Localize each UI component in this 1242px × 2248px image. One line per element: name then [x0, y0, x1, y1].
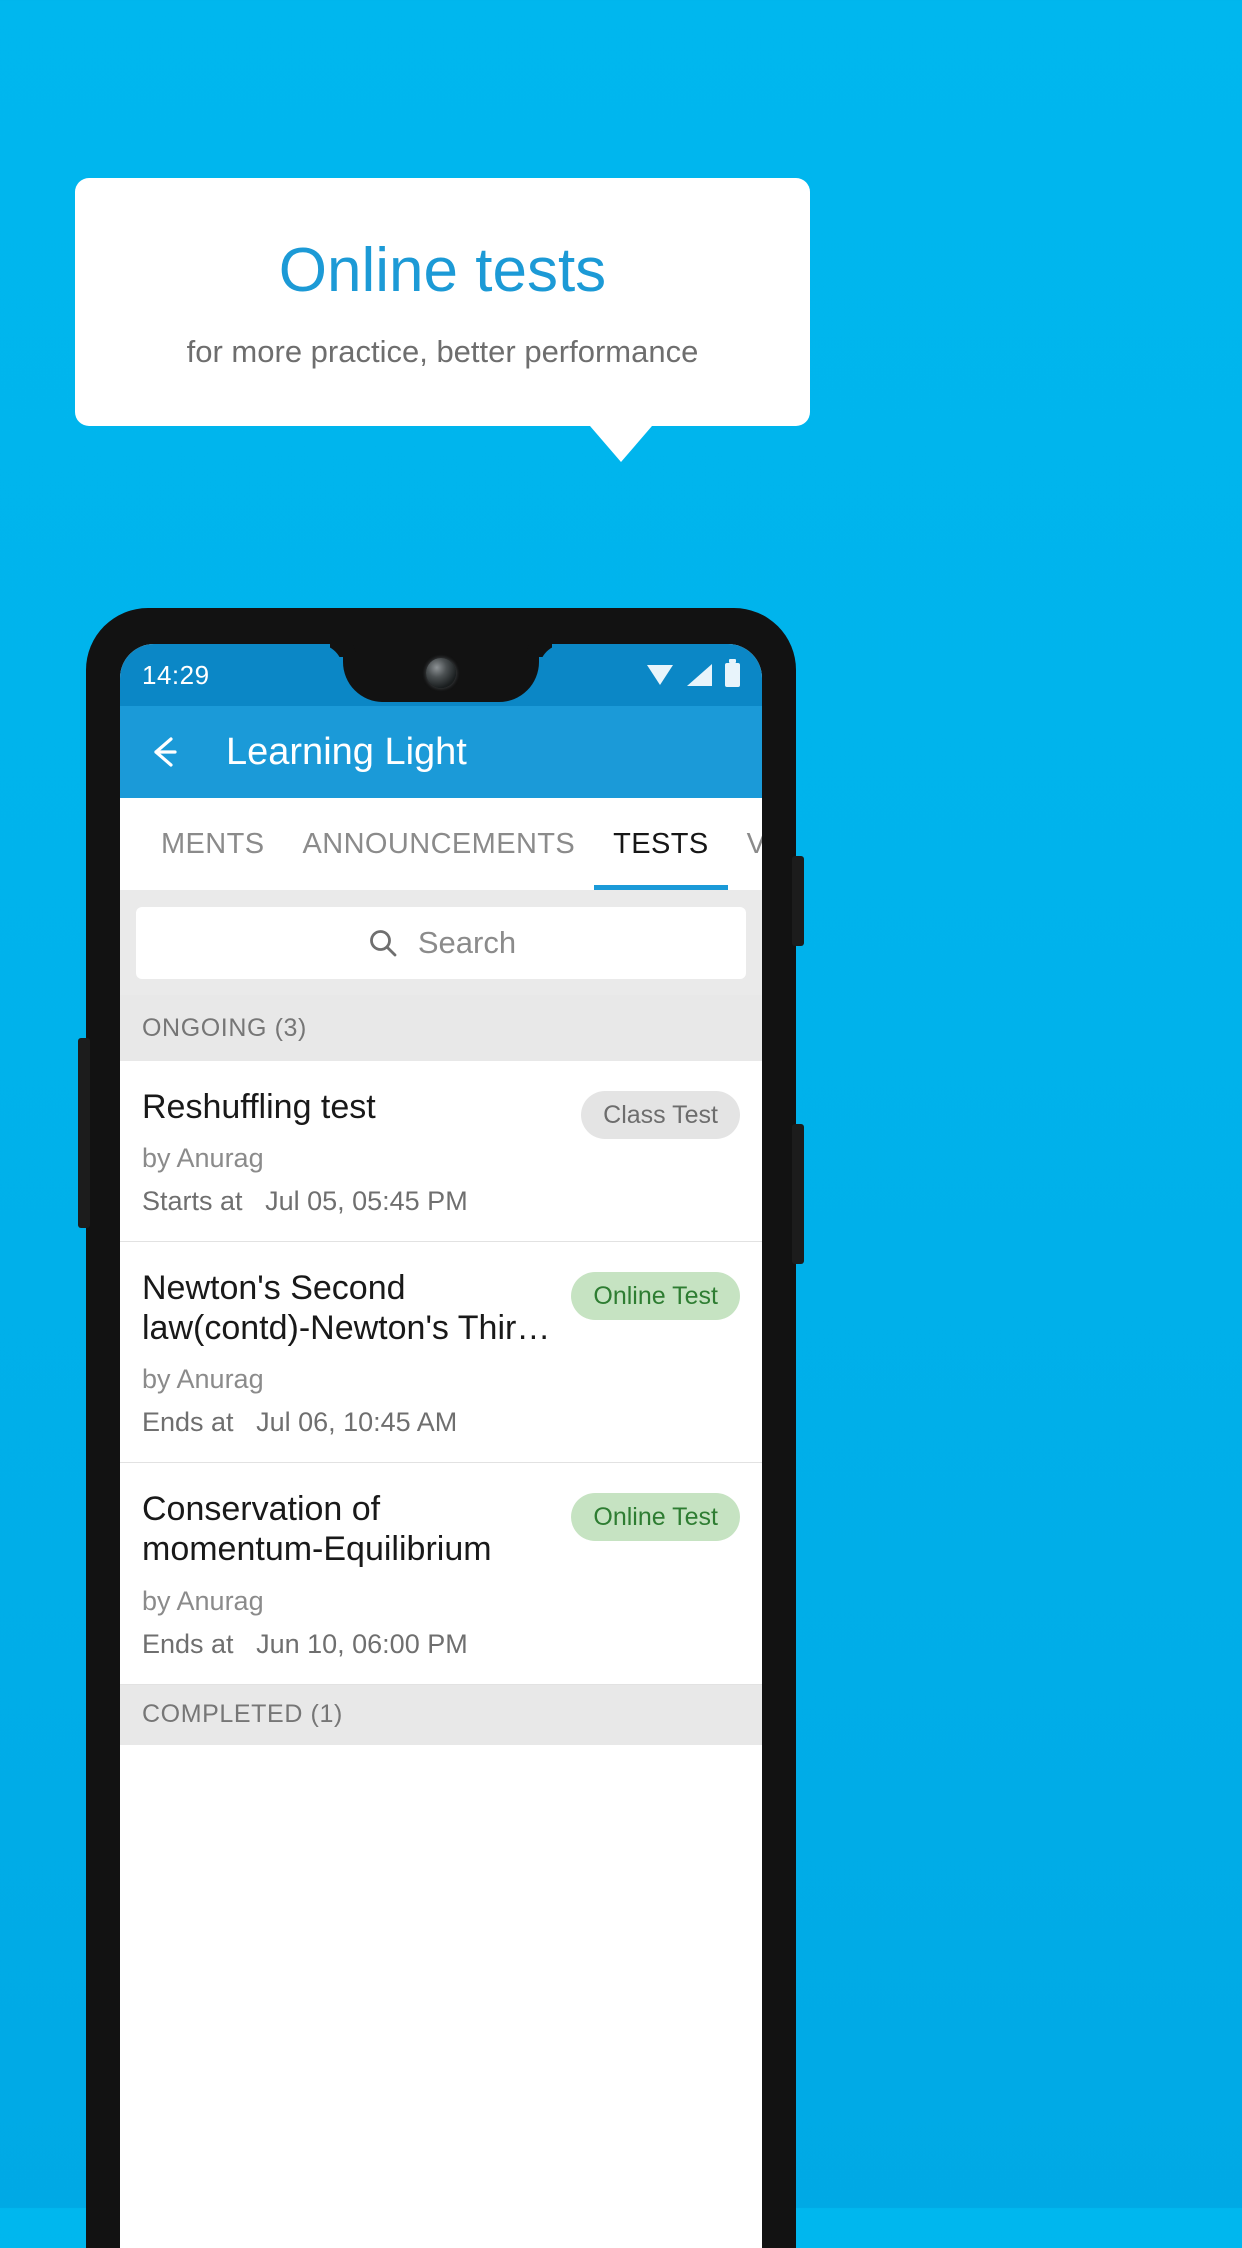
search-section: Search — [120, 890, 762, 995]
test-author: by Anurag — [142, 1585, 264, 1616]
search-input[interactable]: Search — [136, 907, 746, 979]
test-item-content: Conservation of momentum-Equilibrium by … — [142, 1489, 561, 1659]
tab-ments[interactable]: MENTS — [142, 798, 284, 890]
section-header-completed: COMPLETED (1) — [120, 1684, 762, 1745]
tab-bar: MENTS ANNOUNCEMENTS TESTS VIDEOS — [120, 798, 762, 890]
status-icon-group — [647, 659, 740, 687]
promo-title: Online tests — [278, 236, 607, 305]
section-header-ongoing: ONGOING (3) — [120, 995, 762, 1061]
test-title: Newton's Second law(contd)-Newton's Thir… — [142, 1269, 551, 1348]
test-schedule-label: Ends at — [142, 1407, 234, 1438]
front-camera-icon — [426, 658, 456, 688]
tab-tests[interactable]: TESTS — [594, 798, 729, 890]
signal-icon — [687, 664, 712, 686]
test-schedule-label: Starts at — [142, 1186, 243, 1217]
status-time: 14:29 — [142, 659, 210, 690]
test-list-item[interactable]: Newton's Second law(contd)-Newton's Thir… — [120, 1242, 762, 1464]
app-bar: Learning Light — [120, 706, 762, 798]
phone-screen: 14:29 Learning Light MENTS ANNOUNCEMENTS… — [120, 644, 762, 2248]
back-arrow-icon[interactable] — [142, 729, 188, 775]
test-type-badge: Online Test — [571, 1493, 740, 1542]
page-title: Learning Light — [226, 730, 467, 773]
test-author: by Anurag — [142, 1364, 264, 1395]
test-schedule-value: Jul 05, 05:45 PM — [265, 1186, 468, 1217]
test-title: Reshuffling test — [142, 1088, 376, 1126]
test-list: Reshuffling test by Anurag Starts at Jul… — [120, 1061, 762, 1685]
camera-notch — [343, 644, 539, 702]
test-title: Conservation of momentum-Equilibrium — [142, 1490, 492, 1569]
phone-button-left — [78, 1038, 90, 1228]
test-schedule-value: Jul 06, 10:45 AM — [256, 1407, 458, 1438]
test-list-item[interactable]: Reshuffling test by Anurag Starts at Jul… — [120, 1061, 762, 1243]
test-type-badge: Class Test — [581, 1091, 740, 1139]
promo-subtitle: for more practice, better performance — [186, 334, 699, 369]
test-author: by Anurag — [142, 1143, 264, 1174]
search-placeholder: Search — [417, 925, 517, 960]
test-list-item[interactable]: Conservation of momentum-Equilibrium by … — [120, 1463, 762, 1685]
phone-button-right-bottom — [792, 1124, 804, 1264]
test-schedule-label: Ends at — [142, 1628, 234, 1659]
test-item-content: Reshuffling test by Anurag Starts at Jul… — [142, 1087, 571, 1217]
phone-button-right-top — [792, 856, 804, 946]
test-item-content: Newton's Second law(contd)-Newton's Thir… — [142, 1268, 561, 1438]
promo-callout: Online tests for more practice, better p… — [75, 178, 810, 426]
test-schedule: Ends at Jun 10, 06:00 PM — [142, 1629, 561, 1660]
phone-frame: 14:29 Learning Light MENTS ANNOUNCEMENTS… — [78, 608, 804, 2248]
test-schedule-value: Jun 10, 06:00 PM — [256, 1628, 468, 1659]
status-bar: 14:29 — [120, 644, 762, 706]
tab-announcements[interactable]: ANNOUNCEMENTS — [284, 798, 595, 890]
test-type-badge: Online Test — [571, 1272, 740, 1321]
wifi-icon — [647, 665, 674, 685]
tab-videos[interactable]: VIDEOS — [728, 798, 762, 890]
test-schedule: Ends at Jul 06, 10:45 AM — [142, 1407, 561, 1438]
search-icon — [366, 926, 400, 960]
callout-pointer — [590, 426, 652, 462]
test-schedule: Starts at Jul 05, 05:45 PM — [142, 1186, 571, 1217]
battery-icon — [725, 659, 740, 687]
